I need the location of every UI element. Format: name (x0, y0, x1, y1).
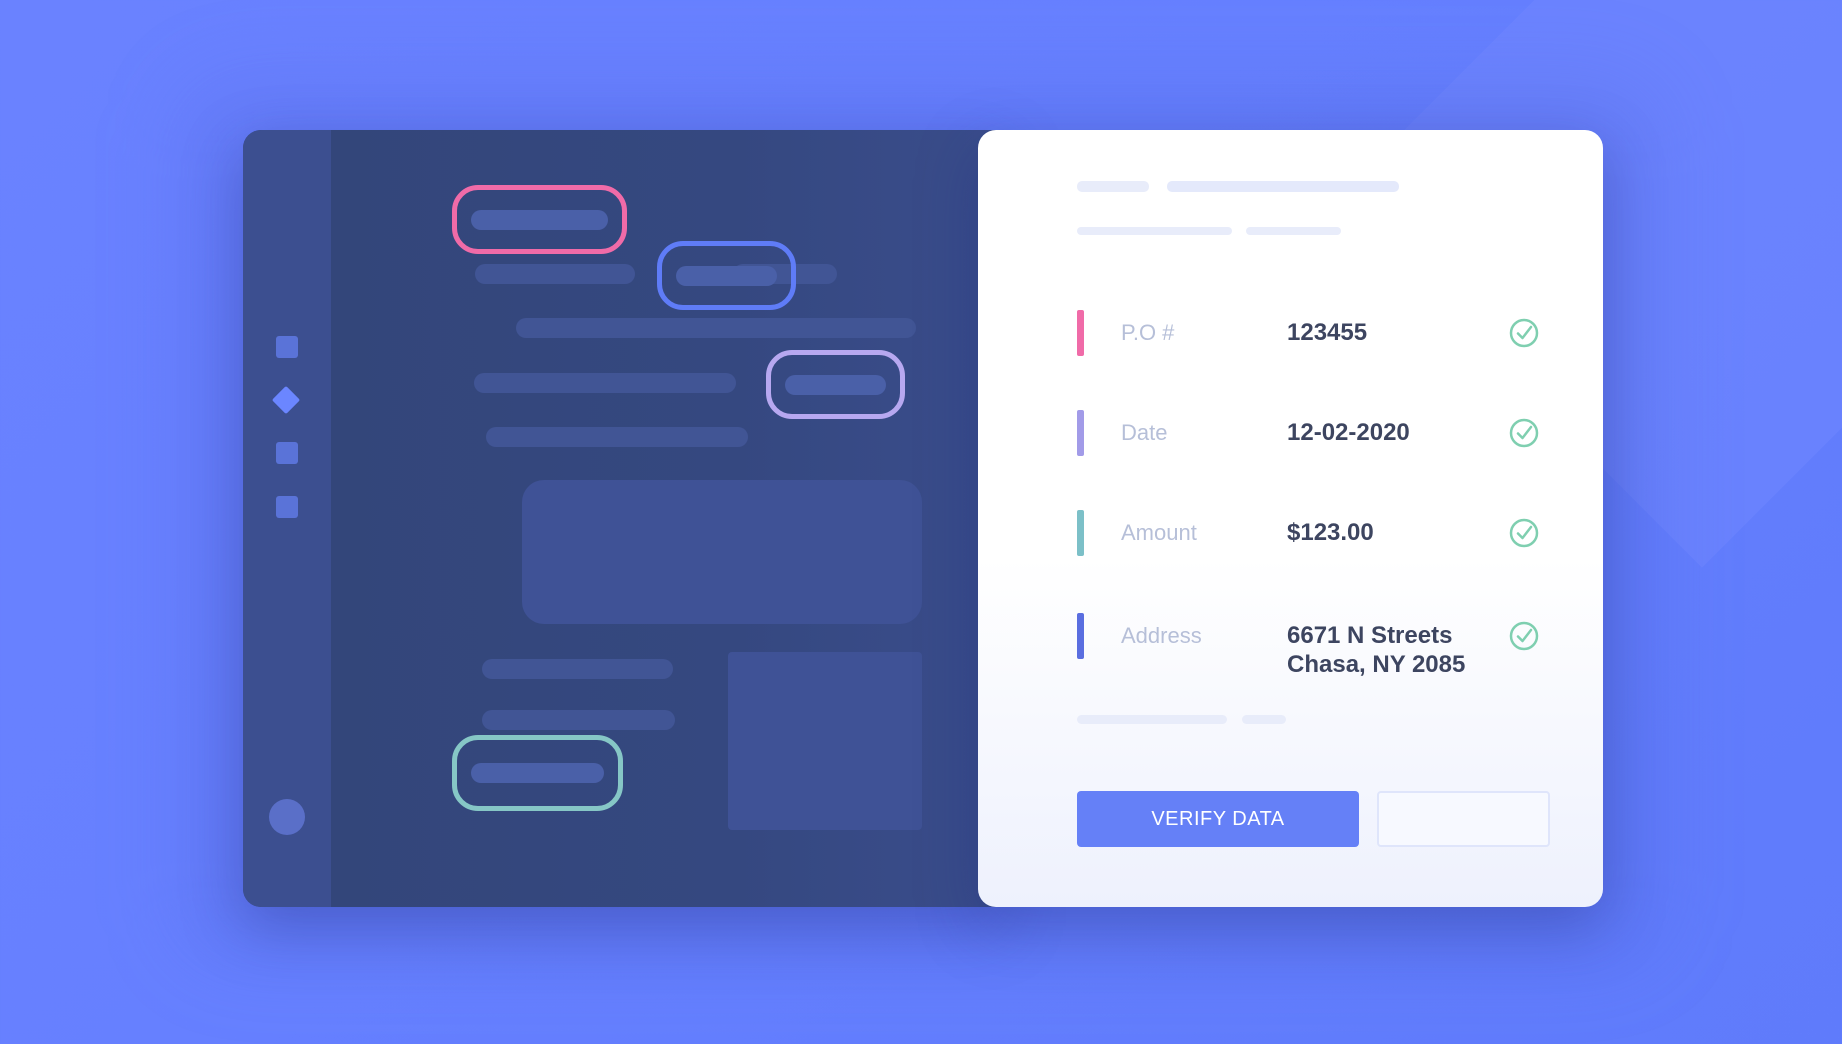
verify-data-button[interactable]: VERIFY DATA (1077, 791, 1359, 847)
extraction-highlight-date[interactable] (657, 241, 796, 310)
document-preview (331, 130, 1003, 907)
header-skeleton (1077, 181, 1149, 192)
header-skeleton (1167, 181, 1399, 192)
document-text-line (486, 427, 748, 447)
address-line-2: Chasa, NY 2085 (1287, 651, 1466, 678)
field-label: P.O # (1121, 320, 1175, 345)
field-label: Address (1121, 623, 1202, 648)
document-text-line (475, 264, 635, 284)
sidebar-diamond-icon[interactable] (271, 385, 301, 415)
sidebar-square-icon[interactable] (276, 442, 298, 464)
field-label: Amount (1121, 520, 1197, 545)
extraction-highlight-po[interactable] (452, 185, 627, 254)
sidebar-square-icon[interactable] (276, 496, 298, 518)
check-circle-icon (1509, 418, 1539, 448)
document-image-block (522, 480, 922, 624)
extracted-data-card: P.O # 123455 Date 12-02-2020 Amount $123… (978, 130, 1603, 907)
check-circle-icon (1509, 318, 1539, 348)
field-accent-bar (1077, 410, 1084, 456)
field-value[interactable]: 6671 N Streets Chasa, NY 2085 (1287, 621, 1465, 679)
check-circle-icon (1509, 621, 1539, 651)
sidebar-square-icon[interactable] (276, 336, 298, 358)
extraction-highlight-address[interactable] (452, 735, 623, 811)
field-label: Date (1121, 420, 1168, 445)
app-sidebar (243, 130, 331, 907)
field-value[interactable]: 12-02-2020 (1287, 418, 1410, 447)
address-line-1: 6671 N Streets (1287, 622, 1453, 649)
secondary-button[interactable] (1377, 791, 1550, 847)
field-accent-bar (1077, 310, 1084, 356)
footer-skeleton (1242, 715, 1286, 724)
avatar[interactable] (269, 799, 305, 835)
document-panel (243, 130, 1003, 907)
document-text-line (474, 373, 736, 393)
document-text-line (482, 710, 675, 730)
field-value[interactable]: $123.00 (1287, 518, 1374, 547)
document-text-line (482, 659, 673, 679)
check-circle-icon (1509, 518, 1539, 548)
document-image-block (728, 652, 922, 830)
extraction-highlight-amount[interactable] (766, 350, 905, 419)
document-text-line (516, 318, 916, 338)
header-skeleton (1077, 227, 1232, 235)
footer-skeleton (1077, 715, 1227, 724)
field-accent-bar (1077, 510, 1084, 556)
field-value[interactable]: 123455 (1287, 318, 1367, 347)
header-skeleton (1246, 227, 1341, 235)
field-accent-bar (1077, 613, 1084, 659)
